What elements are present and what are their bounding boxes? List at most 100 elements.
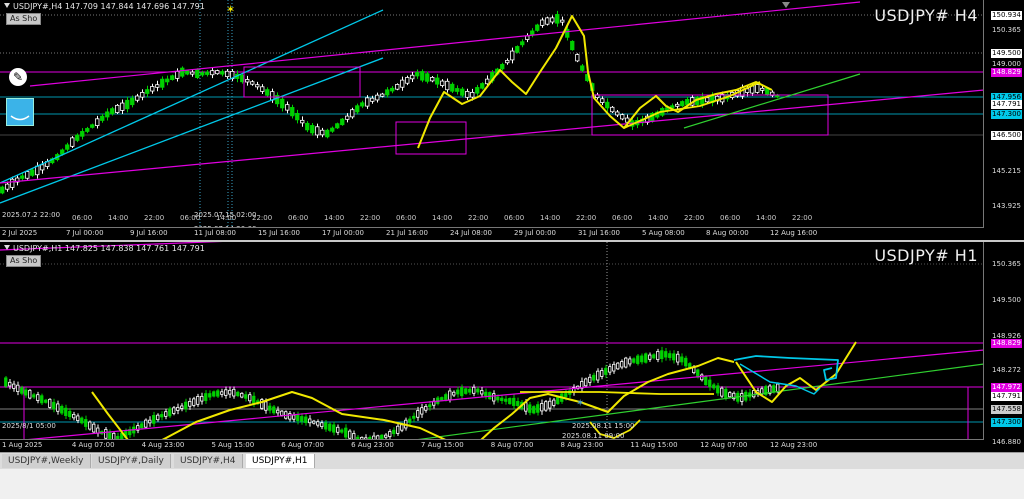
candle xyxy=(190,71,195,75)
h1-as-shown-button[interactable]: As Sho xyxy=(6,255,42,267)
candle xyxy=(245,79,250,83)
collapse-triangle-icon[interactable] xyxy=(4,3,10,8)
candle xyxy=(392,429,396,435)
tab-weekly[interactable]: USDJPY#,Weekly xyxy=(2,454,91,468)
candle xyxy=(464,388,468,394)
time-label: 06:00 xyxy=(720,214,740,222)
candle xyxy=(365,97,370,107)
h4-price-chart[interactable]: ✶2025.07.2 22:002025.07.15 02:002025.07.… xyxy=(0,0,984,228)
candle xyxy=(184,401,188,410)
candle xyxy=(405,77,410,84)
tab-h1[interactable]: USDJPY#,H1 xyxy=(246,454,315,468)
candle xyxy=(210,70,215,76)
candle xyxy=(445,80,450,91)
h1-time-axis[interactable]: 1 Aug 2025 4 Aug 07:00 4 Aug 23:00 5 Aug 15… xyxy=(0,439,984,452)
candle xyxy=(85,128,90,132)
h1-price-chart[interactable]: ✶2025/8/1 05:00 2025.08.11 15:002025.08.1… xyxy=(0,242,984,440)
candle xyxy=(545,17,550,25)
candle xyxy=(600,370,604,377)
candle xyxy=(515,46,520,53)
candle xyxy=(680,101,685,107)
candle xyxy=(72,413,76,419)
candle xyxy=(315,126,320,136)
candle xyxy=(295,112,300,121)
candle xyxy=(252,395,256,404)
candle xyxy=(672,353,676,361)
h4-chart-pane[interactable]: ✶2025.07.2 22:002025.07.15 02:002025.07.… xyxy=(0,0,1024,240)
candle xyxy=(676,353,680,363)
candle xyxy=(412,415,416,419)
h4-symbol-title: USDJPY# H4 xyxy=(874,6,978,25)
candle xyxy=(164,411,168,417)
candle xyxy=(644,353,648,363)
candle xyxy=(620,361,624,368)
candle xyxy=(268,405,272,411)
candle xyxy=(408,418,412,423)
candle xyxy=(95,118,100,126)
candle xyxy=(508,398,512,405)
candle xyxy=(168,408,172,417)
time-label: 22:00 xyxy=(792,214,812,222)
candle xyxy=(225,70,230,78)
chart-tab-bar: USDJPY#,Weekly USDJPY#,Daily USDJPY#,H4 … xyxy=(0,452,1024,469)
ea-widget-icon[interactable] xyxy=(6,98,34,126)
h1-price-axis[interactable]: 150.365 149.500 148.926 148.829 148.272 147.9… xyxy=(983,242,1024,452)
candle xyxy=(185,70,190,75)
h1-symbol-title: USDJPY# H1 xyxy=(874,246,978,265)
candle xyxy=(685,99,690,105)
candle xyxy=(435,77,440,85)
candle xyxy=(456,389,460,395)
time-label: 1 Aug 2025 xyxy=(2,441,43,449)
candle xyxy=(255,84,260,88)
candle xyxy=(156,414,160,421)
candle xyxy=(35,165,40,176)
candle xyxy=(28,389,32,399)
hand-drawn-line xyxy=(739,363,821,395)
candle xyxy=(300,119,305,124)
candle xyxy=(472,386,476,394)
candle xyxy=(460,88,465,96)
pen-tool-icon[interactable]: ✎ xyxy=(9,68,27,86)
candle xyxy=(340,118,345,126)
tab-h4[interactable]: USDJPY#,H4 xyxy=(174,454,243,468)
candle xyxy=(612,363,616,372)
candle xyxy=(480,83,485,89)
candle xyxy=(92,423,96,433)
collapse-triangle-icon[interactable] xyxy=(4,245,10,250)
h4-time-axis[interactable]: 2 Jul 2025 7 Jul 00:00 9 Jul 16:00 11 Jul 0… xyxy=(0,227,984,240)
time-label: 14:00 xyxy=(216,214,236,222)
candle xyxy=(80,131,85,137)
price-label: 145.215 xyxy=(992,167,1021,175)
candle xyxy=(260,86,265,92)
trendline xyxy=(29,1,861,87)
candle xyxy=(290,107,295,117)
time-label: 12 Aug 16:00 xyxy=(770,229,818,237)
time-label: 9 Jul 16:00 xyxy=(130,229,168,237)
zone-rectangle xyxy=(395,121,467,155)
candle xyxy=(140,92,145,98)
price-label: 147.558 xyxy=(991,405,1022,414)
h1-chart-pane[interactable]: ✶ 2025/8/1 05:00 2025.08.11 15:00 2025.08.1… xyxy=(0,242,1024,452)
candle xyxy=(48,398,52,408)
candle xyxy=(244,394,248,399)
candle xyxy=(125,99,130,110)
candle xyxy=(668,353,672,358)
h4-price-axis[interactable]: 150.934 150.365 149.500 149.000 148.829 147.9… xyxy=(983,0,1024,240)
candle xyxy=(450,83,455,92)
h4-as-shown-button[interactable]: As Sho xyxy=(6,13,42,25)
price-label: 147.791 xyxy=(991,100,1022,109)
candle xyxy=(292,414,296,420)
tab-daily[interactable]: USDJPY#,Daily xyxy=(92,454,171,468)
h1-ohlc-header: USDJPY#,H1 147.825 147.838 147.761 147.7… xyxy=(4,244,205,253)
candle xyxy=(375,94,380,101)
candle xyxy=(772,385,776,393)
candle xyxy=(470,91,475,98)
candle xyxy=(308,418,312,424)
candle xyxy=(425,73,430,82)
candle xyxy=(440,80,445,86)
time-label: 14:00 xyxy=(432,214,452,222)
candle xyxy=(388,431,392,437)
time-label: 14:00 xyxy=(540,214,560,222)
candle xyxy=(105,111,110,118)
time-label: 22:00 xyxy=(144,214,164,222)
